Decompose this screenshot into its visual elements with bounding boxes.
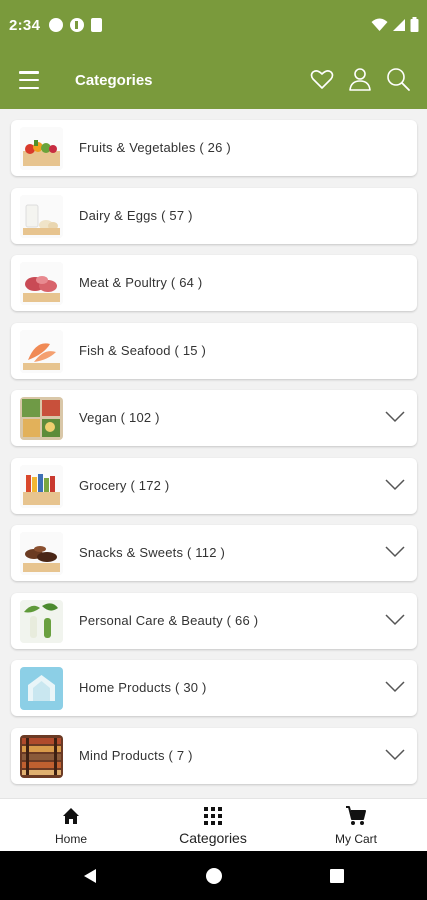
menu-icon — [19, 71, 39, 74]
wifi-icon — [371, 18, 388, 31]
category-card-snacks-sweets[interactable]: Snacks & Sweets ( 112 ) — [11, 525, 417, 581]
meat-icon — [20, 262, 63, 305]
nav-home-button[interactable]: Home — [16, 805, 126, 846]
chevron-down-icon[interactable] — [385, 544, 405, 558]
category-card-fruits-vegetables[interactable]: Fruits & Vegetables ( 26 ) — [11, 120, 417, 176]
chevron-down-icon[interactable] — [385, 679, 405, 693]
category-label: Fish & Seafood ( 15 ) — [79, 342, 207, 358]
app-bar: Categories — [0, 52, 427, 109]
category-label: Home Products ( 30 ) — [79, 680, 207, 695]
nav-home-label: Home — [54, 832, 87, 846]
fish-icon — [20, 329, 63, 373]
home-icon — [20, 667, 63, 710]
notification-dot-icon — [49, 18, 63, 32]
category-card-home-products[interactable]: Home Products ( 30 ) — [11, 660, 417, 716]
account-user-icon[interactable] — [347, 66, 373, 92]
signal-icon — [393, 18, 405, 31]
category-card-fish-seafood[interactable]: Fish & Seafood ( 15 ) — [11, 322, 417, 379]
personal-care-icon — [20, 599, 63, 643]
grid-icon — [204, 807, 222, 825]
home-icon — [63, 808, 79, 824]
menu-button[interactable] — [19, 71, 39, 89]
nav-cart-button[interactable]: My Cart — [301, 805, 411, 846]
page-title: Categories — [75, 72, 153, 89]
category-label: Vegan ( 102 ) — [79, 410, 160, 425]
produce-crate-icon — [20, 127, 63, 170]
chevron-down-icon[interactable] — [385, 409, 405, 423]
dairy-icon — [20, 194, 63, 238]
category-card-meat-poultry[interactable]: Meat & Poultry ( 64 ) — [11, 255, 417, 311]
wishlist-heart-icon[interactable] — [309, 66, 335, 92]
vegan-icon — [20, 397, 63, 440]
home-circle-icon[interactable] — [204, 866, 224, 886]
nav-cart-label: My Cart — [335, 832, 377, 846]
recents-icon[interactable] — [327, 866, 347, 886]
system-navigation-bar — [0, 851, 427, 900]
sim-card-icon — [91, 18, 102, 32]
status-time: 2:34 — [9, 17, 41, 34]
category-label: Snacks & Sweets ( 112 ) — [79, 545, 225, 560]
grocery-crate-icon — [20, 464, 63, 508]
category-label: Grocery ( 172 ) — [79, 477, 170, 493]
app-notification-icon — [70, 18, 84, 32]
category-label: Meat & Poultry ( 64 ) — [79, 275, 203, 290]
category-card-vegan[interactable]: Vegan ( 102 ) — [11, 390, 417, 446]
chevron-down-icon[interactable] — [385, 477, 405, 491]
category-card-dairy-eggs[interactable]: Dairy & Eggs ( 57 ) — [11, 187, 417, 244]
nav-categories-label: Categories — [179, 830, 247, 846]
battery-icon — [410, 17, 419, 32]
category-card-personal-care-beauty[interactable]: Personal Care & Beauty ( 66 ) — [11, 592, 417, 649]
category-label: Dairy & Eggs ( 57 ) — [79, 207, 193, 223]
category-label: Personal Care & Beauty ( 66 ) — [79, 612, 259, 628]
search-icon[interactable] — [385, 66, 411, 92]
cart-icon — [346, 806, 366, 825]
books-icon — [20, 734, 63, 778]
category-label: Mind Products ( 7 ) — [79, 747, 193, 763]
category-card-mind-products[interactable]: Mind Products ( 7 ) — [11, 727, 417, 784]
category-card-grocery[interactable]: Grocery ( 172 ) — [11, 457, 417, 514]
chevron-down-icon[interactable] — [385, 612, 405, 626]
nav-categories-button[interactable]: Categories — [158, 805, 268, 846]
status-bar: 2:34 — [0, 0, 427, 52]
category-label: Fruits & Vegetables ( 26 ) — [79, 140, 231, 155]
snacks-icon — [20, 532, 63, 575]
back-icon[interactable] — [80, 866, 100, 886]
chevron-down-icon[interactable] — [385, 747, 405, 761]
bottom-navigation: Home Categories My Cart — [0, 798, 427, 851]
